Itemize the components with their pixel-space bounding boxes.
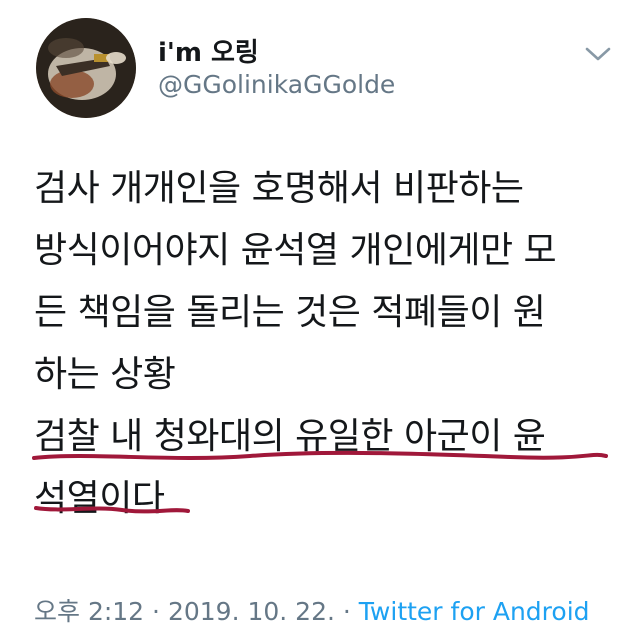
tweet-text: 검사 개개인을 호명해서 비판하는 방식이어야지 윤석열 개인에게만 모 든 책…: [34, 158, 624, 530]
handwritten-underline: [32, 498, 192, 520]
handwritten-underline: [30, 446, 610, 468]
avatar-image: [36, 18, 136, 118]
tweet-source-link[interactable]: Twitter for Android: [359, 597, 590, 626]
user-handle[interactable]: @GGolinikaGGolde: [158, 70, 395, 99]
avatar[interactable]: [36, 18, 136, 118]
chevron-down-icon[interactable]: [584, 44, 612, 64]
tweet-meta: 오후 2:12 · 2019. 10. 22. · Twitter for An…: [34, 592, 590, 628]
tweet-line: 검사 개개인을 호명해서 비판하는: [34, 168, 524, 209]
tweet-line: 든 책임을 돌리는 것은 적폐들이 원: [34, 292, 546, 333]
meta-separator: ·: [342, 597, 351, 626]
tweet-line: 방식이어야지 윤석열 개인에게만 모: [34, 230, 557, 271]
meta-separator: ·: [152, 597, 160, 626]
display-name[interactable]: i'm 오링: [158, 32, 259, 69]
tweet-time: 오후 2:12: [34, 597, 145, 626]
tweet-line: 하는 상황: [34, 354, 176, 395]
tweet-date[interactable]: 2019. 10. 22.: [168, 597, 335, 626]
